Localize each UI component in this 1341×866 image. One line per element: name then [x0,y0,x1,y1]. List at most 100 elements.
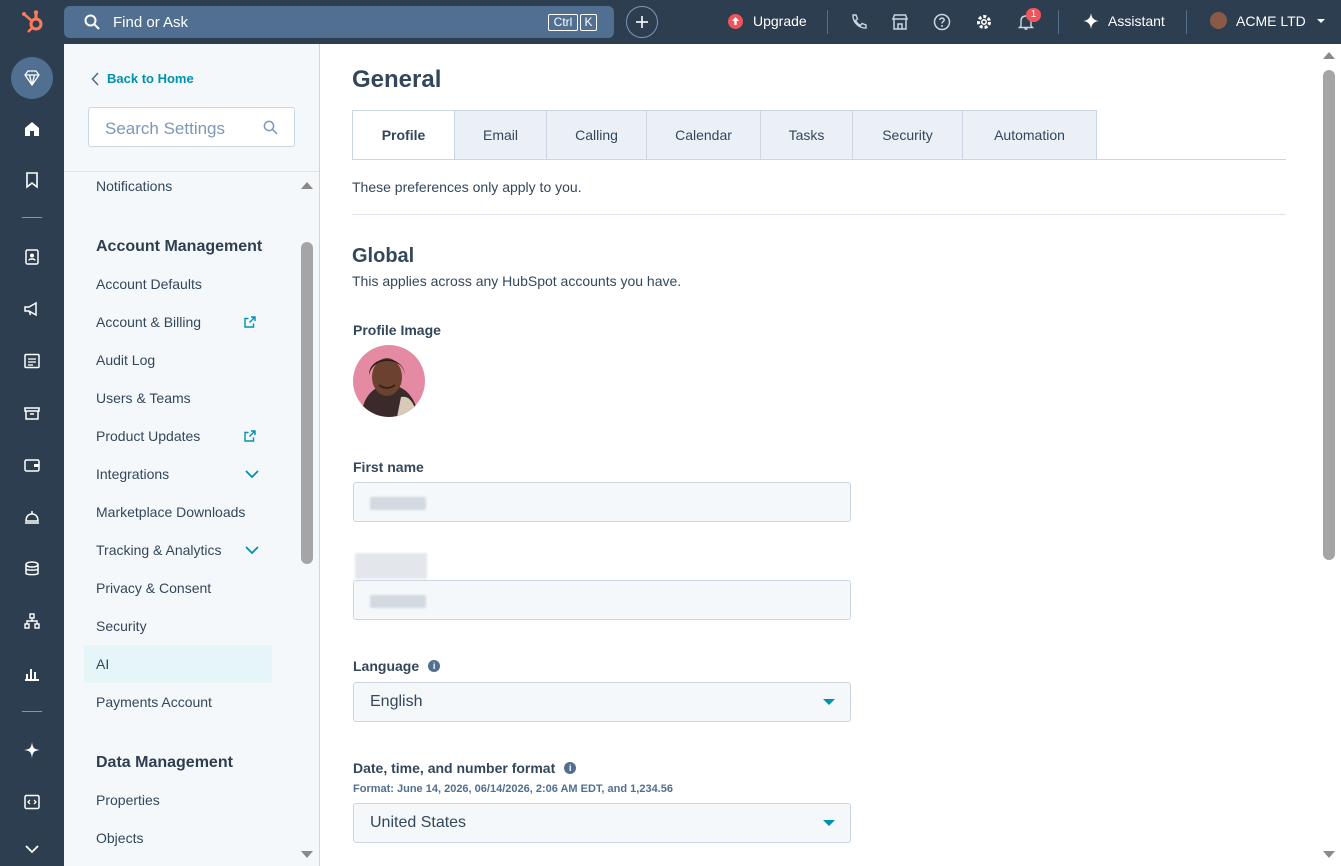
sidebar-item-users-teams[interactable]: Users & Teams [96,388,191,408]
create-new-button[interactable] [626,6,658,38]
contacts-icon[interactable] [22,247,42,267]
marketplace-icon[interactable] [890,12,910,32]
dropdown-caret-icon [823,699,835,705]
back-to-home-link[interactable]: Back to Home [91,71,194,86]
settings-nav-list: Notifications Account Management Account… [64,172,296,866]
rail-divider [22,217,42,218]
service-bell-icon[interactable] [22,507,42,527]
sidebar-item-payments-account[interactable]: Payments Account [96,692,212,712]
tabs-underline [352,159,1286,160]
tab-profile[interactable]: Profile [352,110,455,160]
settings-sidebar: Back to Home Search Settings Notificatio… [64,44,320,866]
scroll-down-arrow-icon[interactable] [300,850,314,860]
redacted-last-name-label [355,553,427,579]
date-format-value: United States [370,814,467,831]
global-description: This applies across any HubSpot accounts… [352,273,682,289]
language-select[interactable]: English [353,682,851,722]
assistant-button[interactable]: Assistant [1083,13,1165,29]
dropdown-caret-icon [823,820,835,826]
chevron-left-icon [91,71,99,86]
first-name-input[interactable] [353,482,851,522]
tab-automation[interactable]: Automation [963,110,1097,160]
tab-security[interactable]: Security [853,110,963,160]
date-format-label-text: Date, time, and number format [353,760,556,776]
sidebar-item-notifications[interactable]: Notifications [96,176,172,196]
account-menu[interactable]: ACME LTD [1210,12,1327,29]
date-format-example: Format: June 14, 2026, 06/14/2026, 2:06 … [353,783,673,795]
breeze-sparkle-icon[interactable] [22,740,42,760]
sidebar-item-ai[interactable]: AI [96,654,109,674]
workflows-icon[interactable] [22,611,42,631]
sidebar-scrollbar-thumb[interactable] [301,242,313,564]
wallet-icon[interactable] [22,455,42,475]
diamond-icon [24,70,40,87]
database-icon[interactable] [22,559,42,579]
main-scrollbar-thumb[interactable] [1323,70,1335,560]
date-format-label: Date, time, and number format i [353,760,577,776]
first-name-label: First name [353,459,424,475]
sidebar-item-account-defaults[interactable]: Account Defaults [96,274,202,294]
chevron-down-icon[interactable] [245,546,259,554]
profile-image-label-text: Profile Image [353,322,441,338]
reports-icon[interactable] [22,663,42,683]
profile-image-avatar[interactable] [353,345,425,417]
top-nav-bar: Find or Ask Ctrl K Upgrade 1 Assistant A… [0,0,1341,44]
developer-code-icon[interactable] [22,792,42,812]
first-name-label-text: First name [353,459,424,475]
sidebar-item-marketplace-downloads[interactable]: Marketplace Downloads [96,502,245,522]
sidebar-item-integrations[interactable]: Integrations [96,464,169,484]
tab-tasks[interactable]: Tasks [761,110,853,160]
megaphone-icon[interactable] [22,299,42,319]
hubspot-logo-icon[interactable] [20,9,46,35]
phone-icon[interactable] [849,12,869,32]
plus-icon [636,16,648,28]
external-link-icon [244,430,256,442]
sparkle-icon [1083,13,1099,29]
home-icon[interactable] [22,119,42,139]
sidebar-item-product-updates[interactable]: Product Updates [96,426,200,446]
bookmark-icon[interactable] [22,170,42,190]
chevron-down-icon[interactable] [245,470,259,478]
last-name-input[interactable] [353,580,851,620]
content-icon[interactable] [22,351,42,371]
global-heading: Global [352,245,415,267]
section-divider [352,214,1286,215]
sidebar-item-security[interactable]: Security [96,616,147,636]
sidebar-item-account-billing[interactable]: Account & Billing [96,312,201,332]
shortcut-k-key: K [580,14,597,31]
global-search-bar[interactable]: Find or Ask Ctrl K [64,6,614,38]
page-title: General [352,66,442,93]
language-label: Language i [353,658,441,674]
scroll-up-arrow-icon[interactable] [1322,50,1336,60]
sidebar-item-tracking-analytics[interactable]: Tracking & Analytics [96,540,222,560]
back-label: Back to Home [107,71,194,86]
collapse-chevron-icon[interactable] [22,839,42,859]
scroll-down-arrow-icon[interactable] [1322,850,1336,860]
active-item-highlight [84,645,272,683]
sidebar-item-properties[interactable]: Properties [96,790,160,810]
settings-search-input[interactable]: Search Settings [88,107,295,147]
info-icon[interactable]: i [564,762,577,774]
sidebar-item-objects[interactable]: Objects [96,828,143,848]
settings-gear-icon[interactable] [974,12,994,32]
shortcut-ctrl-key: Ctrl [548,14,578,31]
help-icon[interactable] [932,12,952,32]
language-label-text: Language [353,658,420,674]
search-icon [84,14,100,30]
sidebar-heading-account-management: Account Management [96,238,263,255]
tab-calendar[interactable]: Calendar [647,110,761,160]
sidebar-item-privacy-consent[interactable]: Privacy & Consent [96,578,211,598]
commerce-icon[interactable] [22,403,42,423]
info-icon[interactable]: i [428,660,441,672]
external-link-icon [244,316,256,328]
date-format-select[interactable]: United States [353,803,851,843]
topbar-divider [827,10,828,34]
redacted-value [370,595,426,608]
tab-calling[interactable]: Calling [547,110,647,160]
upgrade-button[interactable]: Upgrade [728,13,807,29]
rail-item-settings-active[interactable] [11,57,53,99]
upgrade-label: Upgrade [753,13,807,29]
sidebar-item-audit-log[interactable]: Audit Log [96,350,155,370]
scroll-up-arrow-icon[interactable] [300,180,314,190]
tab-email[interactable]: Email [455,110,547,160]
